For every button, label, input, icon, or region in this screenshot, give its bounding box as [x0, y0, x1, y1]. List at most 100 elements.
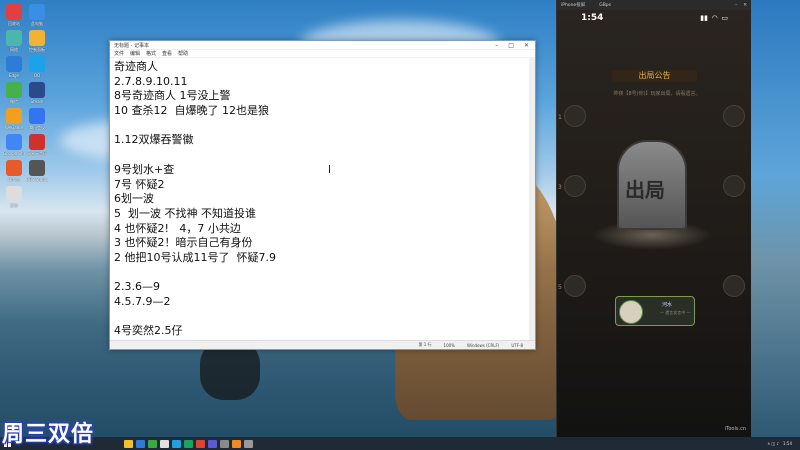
tray-clock[interactable]: 1:54 [783, 441, 792, 446]
player-seat[interactable]: 1 [558, 105, 586, 127]
notepad-scrollbar[interactable] [529, 58, 535, 340]
player-seat[interactable] [723, 105, 745, 127]
desktop-icon-label: 控制面板 [29, 47, 45, 52]
wallpaper-right-strip [751, 0, 800, 437]
taskbar-app-icon[interactable] [184, 439, 193, 448]
avatar [619, 300, 643, 324]
tombstone-text: 出局 [625, 178, 665, 202]
taskbar-app-icon[interactable] [172, 439, 181, 448]
minimize-icon[interactable]: – [495, 42, 498, 49]
status-line-ending: Windows (CRLF) [466, 342, 500, 348]
taskbar-app-icon[interactable] [244, 439, 253, 448]
system-tray: ∧ ◫ ♪ 1:54 [767, 441, 800, 446]
phone-minimize-icon[interactable]: – [735, 3, 737, 8]
desktop-icon-label: OBS Studio [26, 177, 48, 182]
text-line: 2.3.6—9 [114, 280, 160, 294]
maximize-icon[interactable]: □ [508, 42, 514, 49]
desktop-icon[interactable]: Office [3, 160, 25, 182]
taskbar-app-icon[interactable] [136, 439, 145, 448]
phone-time: 1:54 [581, 13, 604, 23]
desktop-icon[interactable]: Edge [3, 56, 25, 78]
notepad-statusbar: 第 1 行 100% Windows (CRLF) UTF-8 [110, 340, 535, 349]
taskbar-app-icon[interactable] [148, 439, 157, 448]
text-line: 7号 怀疑2 [114, 177, 165, 191]
signal-icon: ▮▮ [700, 14, 708, 22]
notepad-title: 无标题 - 记事本 [114, 42, 149, 49]
text-line: 4 也怀疑2! 4，7 小共边 [114, 221, 241, 235]
app-icon [29, 108, 45, 124]
player-seat[interactable] [723, 175, 745, 197]
desktop-icon[interactable]: Steam [26, 82, 48, 104]
text-line [114, 119, 535, 134]
phone-window-titlebar[interactable]: iPhone投屏 GBps – ✕ [557, 0, 751, 10]
app-icon [6, 134, 22, 150]
text-cursor-icon [329, 165, 330, 173]
menu-format[interactable]: 格式 [146, 50, 156, 57]
app-icon [6, 82, 22, 98]
desktop-icon[interactable]: OBS Studio [26, 160, 48, 182]
player-seat[interactable]: 5 [558, 275, 586, 297]
status-position: 第 1 行 [418, 342, 432, 347]
desktop-icon[interactable]: 网络 [3, 30, 25, 52]
desktop-icon-label: Steam [30, 99, 44, 104]
desktop-icon-label: Office [8, 177, 20, 182]
desktop-icon[interactable]: 网易云音乐 [26, 134, 48, 156]
text-line: 奇迹商人 [114, 60, 158, 73]
app-icon [6, 160, 22, 176]
phone-screen[interactable]: 1:54 ▮▮ ◠ ▭ 出局公告 昨夜【8号(你)】玩家出局，请看遗言。 1 3… [557, 10, 752, 437]
desktop-icon-label: 文件 [10, 203, 18, 208]
desktop-icon[interactable]: QQ [26, 56, 48, 78]
notepad-titlebar[interactable]: 无标题 - 记事本 – □ ✕ [110, 41, 535, 50]
text-line: 5 划一波 不找神 不知道投谁 [114, 206, 256, 220]
desktop-icon-label: QQ [33, 73, 41, 78]
notepad-window[interactable]: 无标题 - 记事本 – □ ✕ 文件 编辑 格式 查看 帮助 奇迹商人 2.7.8… [109, 40, 536, 350]
notepad-text-area[interactable]: 奇迹商人 2.7.8.9.10.11 8号奇迹商人 1号没上警 10 查杀12 自爆晚… [110, 58, 535, 340]
taskbar-app-icon[interactable] [220, 439, 229, 448]
taskbar-app-icon[interactable] [196, 439, 205, 448]
desktop-icon[interactable]: 腾讯会议 [26, 108, 48, 130]
desktop-icon-label: 网络 [10, 47, 18, 52]
seat-number: 1 [558, 114, 562, 121]
desktop-icons: 回收站 此电脑网络 控制面板 Edge QQ 微信 Steam WeGame 腾讯会议 Googl… [0, 0, 50, 410]
desktop-icon-label: 回收站 [8, 21, 20, 26]
player-name: 河水 [662, 302, 673, 308]
desktop-icon[interactable]: 回收站 [3, 4, 25, 26]
text-line: 6划一波 [114, 192, 154, 206]
menu-view[interactable]: 查看 [162, 50, 172, 57]
desktop-icon[interactable]: 微信 [3, 82, 25, 104]
taskbar-app-icon[interactable] [124, 439, 133, 448]
taskbar-app-icon[interactable] [160, 439, 169, 448]
close-icon[interactable]: ✕ [524, 42, 529, 49]
player-seat[interactable] [723, 275, 745, 297]
player-status: — 遗言发言中 — [660, 310, 691, 315]
menu-file[interactable]: 文件 [114, 50, 124, 57]
seat-number: 3 [558, 184, 562, 191]
taskbar-app-icon[interactable] [232, 439, 241, 448]
phone-close-icon[interactable]: ✕ [743, 3, 747, 8]
app-icon [6, 4, 22, 20]
speaking-player-card[interactable]: 河水 — 遗言发言中 — [615, 296, 695, 326]
phone-mirror-window[interactable]: iPhone投屏 GBps – ✕ 1:54 ▮▮ ◠ ▭ 出局公告 昨夜【8号… [556, 0, 752, 437]
notepad-menubar: 文件 编辑 格式 查看 帮助 [110, 50, 535, 58]
menu-edit[interactable]: 编辑 [130, 50, 140, 57]
desktop-icon[interactable]: 控制面板 [26, 30, 48, 52]
app-icon [29, 56, 45, 72]
desktop-icon-label: 此电脑 [31, 21, 43, 26]
desktop-icon[interactable]: 此电脑 [26, 4, 48, 26]
text-line [114, 148, 535, 163]
watermark-text: iTools.cn [724, 426, 746, 432]
menu-help[interactable]: 帮助 [178, 50, 188, 57]
text-line [114, 266, 535, 281]
app-icon [29, 4, 45, 20]
desktop-icon[interactable]: 文件 [3, 186, 25, 208]
desktop-icon[interactable]: WeGame [3, 108, 25, 130]
taskbar-apps [124, 439, 253, 448]
app-icon [29, 82, 45, 98]
game-announcement-text: 昨夜【8号(你)】玩家出局，请看遗言。 [613, 91, 701, 97]
player-seat[interactable]: 3 [558, 175, 586, 197]
tray-icons[interactable]: ∧ ◫ ♪ [767, 441, 779, 446]
taskbar-app-icon[interactable] [208, 439, 217, 448]
desktop-icon[interactable]: Google Chrome [3, 134, 25, 156]
app-icon [29, 134, 45, 150]
app-icon [6, 56, 22, 72]
